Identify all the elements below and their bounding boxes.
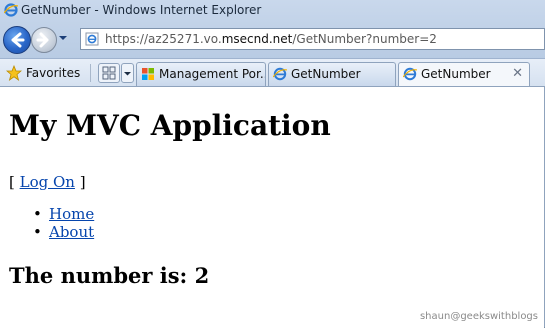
favorites-button[interactable]: Favorites [6, 63, 80, 83]
ie-logo-icon [403, 67, 417, 81]
favorites-tab-bar: Favorites Management Por... GetNumber Ge… [0, 58, 545, 88]
title-bar: GetNumber - Windows Internet Explorer [0, 0, 545, 22]
recent-pages-dropdown[interactable] [58, 32, 68, 44]
navigation-bar: https://az25271.vo.msecnd.net/GetNumber?… [0, 22, 545, 58]
close-icon[interactable]: ✕ [512, 66, 523, 81]
windows-logo-icon [142, 68, 154, 80]
forward-arrow-icon [36, 32, 49, 48]
bracket-open: [ [9, 173, 20, 191]
browser-window: GetNumber - Windows Internet Explorer ht… [0, 0, 545, 328]
bracket-close: ] [74, 173, 86, 191]
tab-getnumber-active[interactable]: GetNumber ✕ [398, 62, 530, 88]
favorites-label: Favorites [26, 66, 81, 80]
ie-logo-icon [273, 67, 287, 81]
forward-button[interactable] [31, 27, 57, 53]
address-bar[interactable]: https://az25271.vo.msecnd.net/GetNumber?… [80, 28, 545, 50]
ie-page-icon [85, 32, 99, 46]
back-arrow-icon [11, 32, 25, 48]
about-link[interactable]: About [49, 223, 94, 241]
url-path: /GetNumber?number=2 [292, 32, 437, 46]
number-heading: The number is: 2 [9, 263, 210, 288]
menu-item-about: About [33, 223, 94, 241]
tab-label: Management Por... [159, 67, 266, 81]
logon-area: [ Log On ] [9, 173, 86, 191]
main-menu: Home About [33, 205, 94, 241]
menu-item-home: Home [33, 205, 94, 223]
window-title: GetNumber - Windows Internet Explorer [21, 3, 262, 17]
tab-list-dropdown[interactable] [121, 63, 134, 83]
address-url[interactable]: https://az25271.vo.msecnd.net/GetNumber?… [105, 32, 437, 46]
page-title: My MVC Application [9, 109, 331, 142]
url-domain: msecnd.net [221, 32, 293, 46]
back-button[interactable] [3, 26, 31, 54]
log-on-link[interactable]: Log On [20, 173, 75, 191]
home-link[interactable]: Home [49, 205, 94, 223]
watermark: shaun@geekswithblogs [419, 311, 538, 322]
tab-label: GetNumber [291, 67, 361, 81]
quick-tabs-button[interactable] [98, 63, 120, 83]
page-content: My MVC Application [ Log On ] Home About… [0, 86, 544, 328]
tab-getnumber-1[interactable]: GetNumber [268, 62, 396, 86]
quick-tabs-grid-icon [102, 66, 116, 80]
toolbar-separator [90, 64, 91, 82]
ie-logo-icon [4, 3, 18, 17]
tab-label: GetNumber [421, 67, 491, 81]
url-prefix: https://az25271.vo. [105, 32, 222, 46]
tab-management-portal[interactable]: Management Por... [136, 62, 266, 86]
chevron-down-icon [124, 72, 131, 76]
favorites-star-icon [6, 65, 22, 81]
